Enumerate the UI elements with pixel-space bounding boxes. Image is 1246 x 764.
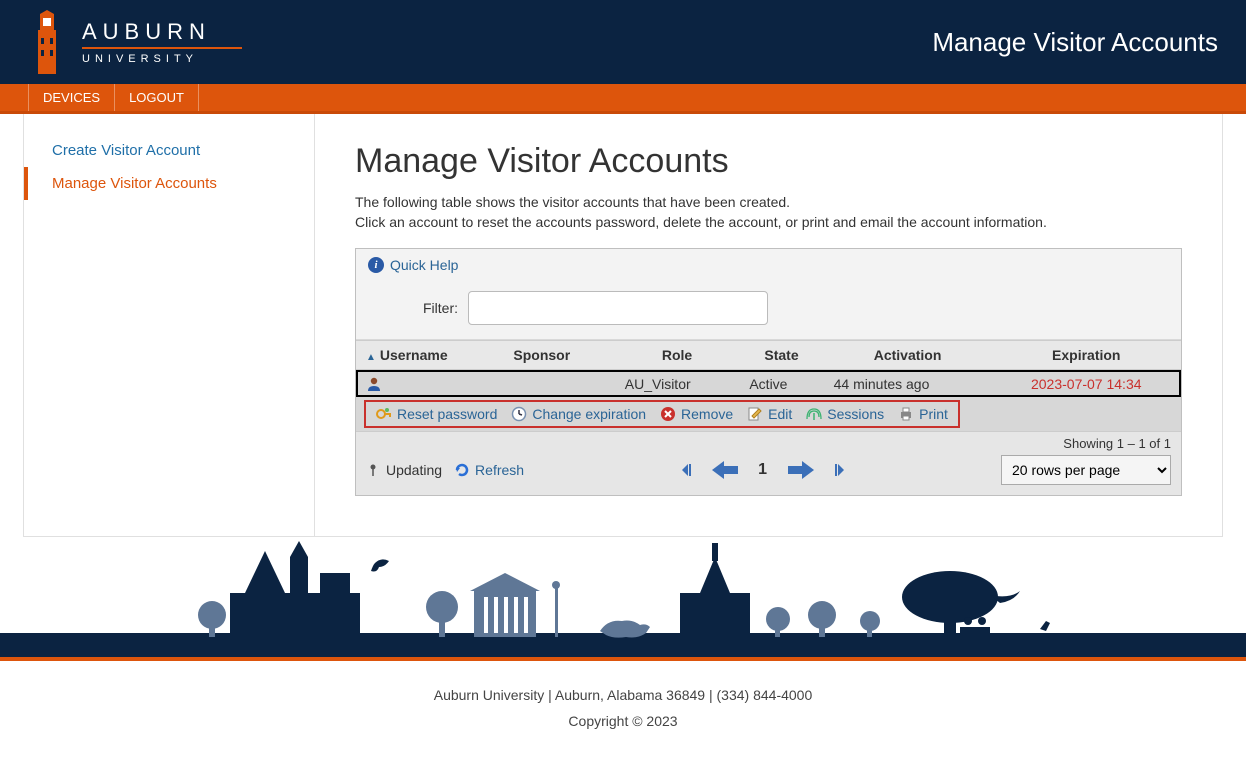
action-edit-label: Edit bbox=[768, 406, 792, 422]
updating-status: Updating Refresh bbox=[366, 462, 524, 478]
cell-sponsor bbox=[503, 370, 614, 398]
page-number: 1 bbox=[754, 461, 772, 479]
action-edit[interactable]: Edit bbox=[747, 406, 792, 422]
user-icon bbox=[366, 376, 382, 392]
refresh-icon bbox=[454, 462, 470, 478]
showing-count: Showing 1 – 1 of 1 bbox=[356, 432, 1181, 451]
action-print[interactable]: Print bbox=[898, 406, 948, 422]
col-role[interactable]: Role bbox=[615, 341, 740, 370]
footer-address: Auburn University | Auburn, Alabama 3684… bbox=[0, 683, 1246, 708]
quick-help-label: Quick Help bbox=[390, 257, 458, 273]
action-reset-password[interactable]: Reset password bbox=[376, 406, 497, 422]
updating-label: Updating bbox=[386, 462, 442, 478]
sidebar: Create Visitor Account Manage Visitor Ac… bbox=[23, 114, 315, 537]
page-prev-button[interactable] bbox=[710, 457, 740, 483]
col-username[interactable]: ▲ Username bbox=[356, 341, 503, 370]
panel-footer: Showing 1 – 1 of 1 Updating Refresh 1 bbox=[356, 431, 1181, 495]
accounts-table: ▲Username Sponsor Role State Activation … bbox=[356, 340, 1181, 431]
filter-label: Filter: bbox=[368, 300, 458, 316]
filter-row: Filter: bbox=[356, 281, 1181, 339]
main-content: Manage Visitor Accounts The following ta… bbox=[315, 114, 1223, 537]
key-icon bbox=[376, 406, 392, 422]
action-change-expiration[interactable]: Change expiration bbox=[511, 406, 646, 422]
refresh-label: Refresh bbox=[475, 462, 524, 478]
print-icon bbox=[898, 406, 914, 422]
header-title: Manage Visitor Accounts bbox=[932, 27, 1218, 58]
app-header: AUBURN UNIVERSITY Manage Visitor Account… bbox=[0, 0, 1246, 84]
edit-icon bbox=[747, 406, 763, 422]
page-desc-line1: The following table shows the visitor ac… bbox=[355, 194, 790, 210]
brand-logo: AUBURN UNIVERSITY bbox=[28, 10, 242, 74]
footer-copyright: Copyright © 2023 bbox=[0, 709, 1246, 734]
refresh-button[interactable]: Refresh bbox=[454, 462, 524, 478]
cell-expiration: 2023-07-07 14:34 bbox=[992, 370, 1181, 398]
col-expiration[interactable]: Expiration bbox=[992, 341, 1181, 370]
cell-state: Active bbox=[739, 370, 823, 398]
page-description: The following table shows the visitor ac… bbox=[355, 193, 1182, 232]
page-title: Manage Visitor Accounts bbox=[355, 142, 1182, 181]
remove-icon bbox=[660, 406, 676, 422]
col-state[interactable]: State bbox=[739, 341, 823, 370]
page-last-button[interactable] bbox=[830, 461, 848, 479]
row-actions: Reset password Change expiration Remove bbox=[356, 397, 1181, 431]
action-sessions-label: Sessions bbox=[827, 406, 884, 422]
footer-silhouette bbox=[0, 537, 1246, 657]
brand-name: AUBURN bbox=[82, 19, 242, 45]
action-reset-label: Reset password bbox=[397, 406, 497, 422]
col-sponsor[interactable]: Sponsor bbox=[503, 341, 614, 370]
rows-per-page-select[interactable]: 20 rows per page bbox=[1001, 455, 1171, 485]
filter-input[interactable] bbox=[468, 291, 768, 325]
sort-asc-icon: ▲ bbox=[366, 352, 376, 363]
cell-activation: 44 minutes ago bbox=[824, 370, 992, 398]
nav-devices[interactable]: DEVICES bbox=[28, 84, 115, 111]
tower-icon bbox=[28, 10, 66, 74]
sidebar-create-visitor[interactable]: Create Visitor Account bbox=[24, 134, 314, 167]
pin-icon bbox=[366, 463, 380, 477]
action-change-label: Change expiration bbox=[532, 406, 646, 422]
action-remove[interactable]: Remove bbox=[660, 406, 733, 422]
brand-sub: UNIVERSITY bbox=[82, 53, 242, 65]
footer-text: Auburn University | Auburn, Alabama 3684… bbox=[0, 661, 1246, 763]
action-sessions[interactable]: Sessions bbox=[806, 406, 884, 422]
clock-icon bbox=[511, 406, 527, 422]
brand-underline bbox=[82, 47, 242, 49]
nav-logout[interactable]: LOGOUT bbox=[115, 84, 199, 111]
accounts-panel: i Quick Help Filter: ▲ Username Sponsor R… bbox=[355, 248, 1182, 496]
page-next-button[interactable] bbox=[786, 457, 816, 483]
col-username-label: Username bbox=[380, 347, 448, 363]
cell-role: AU_Visitor bbox=[615, 370, 740, 398]
top-nav: DEVICES LOGOUT bbox=[0, 84, 1246, 114]
page-desc-line2: Click an account to reset the accounts p… bbox=[355, 214, 1047, 230]
page-first-button[interactable] bbox=[678, 461, 696, 479]
quick-help-link[interactable]: i Quick Help bbox=[356, 249, 1181, 281]
sessions-icon bbox=[806, 406, 822, 422]
sidebar-manage-visitors[interactable]: Manage Visitor Accounts bbox=[24, 167, 314, 200]
action-remove-label: Remove bbox=[681, 406, 733, 422]
table-row[interactable]: AU_Visitor Active 44 minutes ago 2023-07… bbox=[356, 370, 1181, 398]
action-print-label: Print bbox=[919, 406, 948, 422]
col-activation[interactable]: Activation bbox=[824, 341, 992, 370]
info-icon: i bbox=[368, 257, 384, 273]
